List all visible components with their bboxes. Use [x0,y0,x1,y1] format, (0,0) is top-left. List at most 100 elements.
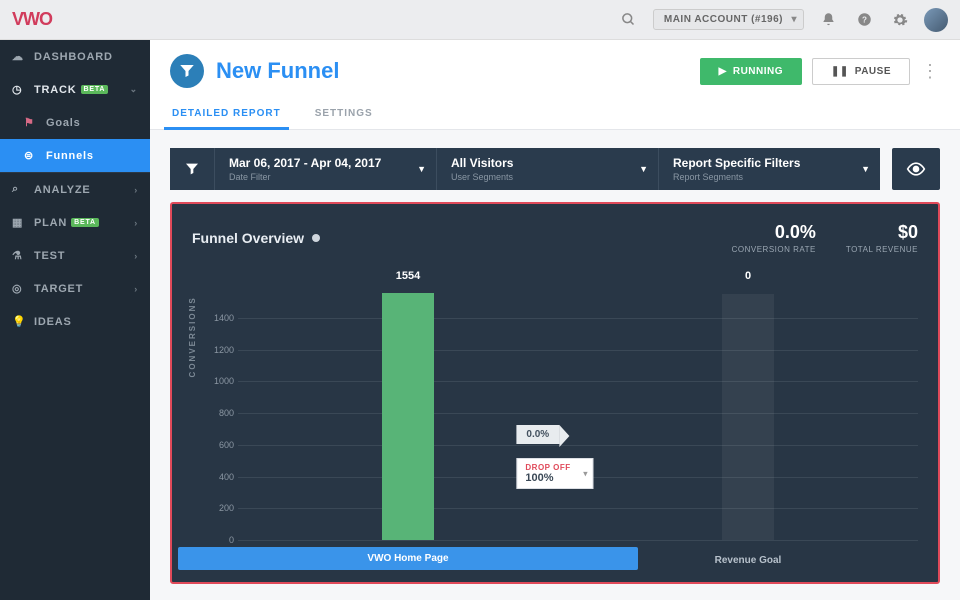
total-revenue-label: TOTAL REVENUE [846,245,918,254]
funnel-bar[interactable] [382,293,434,540]
funnel-chart: CONVERSIONS 0200400600800100012001400 15… [192,268,918,568]
visibility-toggle[interactable] [892,148,940,190]
y-tick: 600 [204,440,234,450]
y-tick: 1200 [204,345,234,355]
caret-down-icon: ▼ [861,164,870,174]
filter-bar: Mar 06, 2017 - Apr 04, 2017 Date Filter … [150,130,960,202]
funnel-overview-card: Funnel Overview 0.0% CONVERSION RATE $0 … [170,202,940,584]
bell-icon[interactable] [816,8,840,32]
bulb-icon: 💡 [12,315,26,328]
flag-icon: ⚑ [24,116,38,129]
chevron-right-icon: › [134,185,138,195]
logo: VWO [12,9,52,30]
tab-settings[interactable]: SETTINGS [313,100,375,129]
avatar[interactable] [924,8,948,32]
dropoff-selector[interactable]: DROP OFF 100% [516,458,593,489]
more-menu-icon[interactable]: ⋮ [920,61,940,82]
chevron-down-icon: ⌄ [130,84,138,95]
caret-down-icon: ▼ [417,164,426,174]
status-dot-icon [312,234,320,242]
page-header: New Funnel ▶ RUNNING ❚❚ PAUSE ⋮ DETAILED… [150,40,960,130]
segment-filter-label: User Segments [451,172,644,182]
y-tick: 800 [204,408,234,418]
flask-icon: ⚗ [12,249,26,262]
filter-icon[interactable] [170,148,214,190]
date-filter[interactable]: Mar 06, 2017 - Apr 04, 2017 Date Filter … [214,148,436,190]
y-tick: 400 [204,472,234,482]
funnel-icon: ⊜ [24,149,38,162]
sidebar-label: Goals [46,117,81,129]
magnify-icon: ⌕ [12,183,26,196]
sidebar-label: Funnels [46,150,94,162]
report-filter-value: Report Specific Filters [673,156,866,170]
conversion-rate-label: CONVERSION RATE [732,245,816,254]
gear-icon[interactable] [888,8,912,32]
svg-text:?: ? [862,16,867,25]
y-axis-label: CONVERSIONS [188,296,197,377]
date-filter-label: Date Filter [229,172,422,182]
sidebar-item-track[interactable]: ◷ TRACK BETA ⌄ [0,73,150,106]
account-selector[interactable]: MAIN ACCOUNT (#196) [653,9,804,30]
conversion-rate-metric: 0.0% CONVERSION RATE [732,222,816,254]
sidebar-item-ideas[interactable]: 💡 IDEAS [0,305,150,338]
overview-title: Funnel Overview [192,230,304,246]
pause-icon: ❚❚ [831,66,849,77]
dropoff-label: DROP OFF [525,463,570,472]
sidebar-item-target[interactable]: ◎ TARGET › [0,272,150,305]
sidebar-item-goals[interactable]: ⚑ Goals [0,106,150,139]
sidebar-label: TRACK [34,84,77,96]
total-revenue-metric: $0 TOTAL REVENUE [846,222,918,254]
search-icon[interactable] [617,8,641,32]
bar-value: 1554 [238,270,578,282]
sidebar-label: TARGET [34,283,83,295]
chevron-right-icon: › [134,218,138,228]
total-revenue-value: $0 [846,222,918,243]
dropoff-value: 100% [525,472,570,484]
report-filter[interactable]: Report Specific Filters Report Segments … [658,148,880,190]
transition-percent: 0.0% [516,425,559,444]
chevron-right-icon: › [134,284,138,294]
pause-button[interactable]: ❚❚ PAUSE [812,58,910,85]
sidebar: ☁ DASHBOARD ◷ TRACK BETA ⌄ ⚑ Goals ⊜ Fun… [0,40,150,600]
y-tick: 200 [204,503,234,513]
date-filter-value: Mar 06, 2017 - Apr 04, 2017 [229,156,422,170]
step-label[interactable]: Revenue Goal [578,555,918,566]
y-tick: 0 [204,535,234,545]
calendar-icon: ▦ [12,216,26,229]
running-label: RUNNING [733,66,783,77]
pause-label: PAUSE [855,66,891,77]
sidebar-label: IDEAS [34,316,72,328]
segment-filter-value: All Visitors [451,156,644,170]
y-tick: 1000 [204,376,234,386]
sidebar-label: TEST [34,250,65,262]
sidebar-item-dashboard[interactable]: ☁ DASHBOARD [0,40,150,73]
sidebar-label: ANALYZE [34,184,91,196]
page-title: New Funnel [216,58,339,84]
help-icon[interactable]: ? [852,8,876,32]
conversion-rate-value: 0.0% [732,222,816,243]
clock-icon: ◷ [12,83,26,96]
funnel-badge-icon [170,54,204,88]
y-tick: 1400 [204,313,234,323]
target-icon: ◎ [12,282,26,295]
segment-filter[interactable]: All Visitors User Segments ▼ [436,148,658,190]
sidebar-label: PLAN [34,217,67,229]
sidebar-item-test[interactable]: ⚗ TEST › [0,239,150,272]
chevron-right-icon: › [134,251,138,261]
tab-detailed-report[interactable]: DETAILED REPORT [170,100,283,129]
beta-badge: BETA [81,85,109,94]
report-filter-label: Report Segments [673,172,866,182]
sidebar-label: DASHBOARD [34,51,113,63]
bar-value: 0 [578,270,918,282]
step-label[interactable]: VWO Home Page [178,547,638,570]
dropoff-indicator: 0.0% DROP OFF 100% [516,424,593,489]
beta-badge: BETA [71,218,99,227]
sidebar-item-analyze[interactable]: ⌕ ANALYZE › [0,173,150,206]
sidebar-item-funnels[interactable]: ⊜ Funnels [0,139,150,172]
sidebar-item-plan[interactable]: ▦ PLAN BETA › [0,206,150,239]
running-button[interactable]: ▶ RUNNING [700,58,802,85]
funnel-bar[interactable] [722,294,774,540]
play-icon: ▶ [719,66,727,77]
cloud-icon: ☁ [12,50,26,63]
caret-down-icon: ▼ [639,164,648,174]
